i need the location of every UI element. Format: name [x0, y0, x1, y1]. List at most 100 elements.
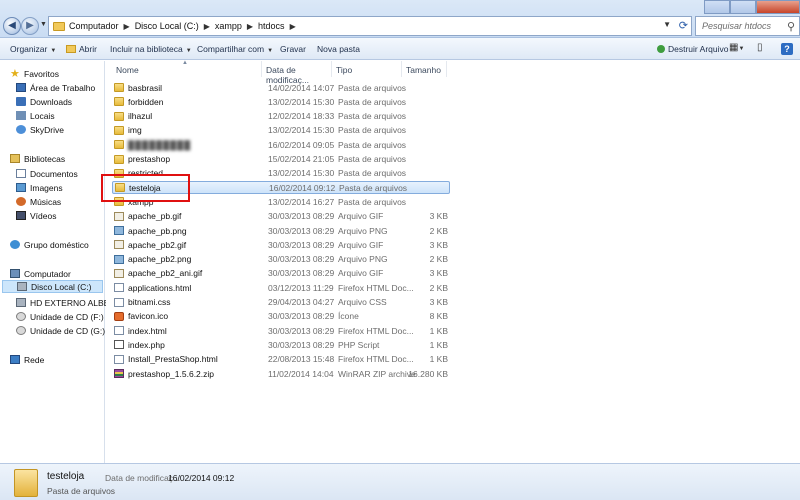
file-name: favicon.ico — [128, 311, 169, 322]
file-row[interactable]: applications.html 03/12/2013 11:29 Firefox… — [112, 281, 450, 294]
column-header-date[interactable]: Data de modificaç... — [262, 61, 332, 85]
close-button[interactable] — [756, 0, 800, 14]
file-type-cell: Pasta de arquivos — [338, 82, 407, 93]
file-row[interactable]: prestashop_1.5.6.2.zip 11/02/2014 14:04 Wi… — [112, 367, 450, 380]
png-file-icon — [114, 254, 124, 264]
file-date-cell: 16/02/2014 09:12 — [269, 182, 336, 193]
sidebar-item-desktop[interactable]: Área de Trabalho — [16, 81, 95, 94]
file-name-cell: apache_pb2_ani.gif — [114, 268, 264, 278]
sidebar-network[interactable]: Rede — [10, 353, 44, 366]
file-row[interactable]: bitnami.css 29/04/2013 04:27 Arquivo CSS 3 … — [112, 296, 450, 309]
breadcrumb-disco-local[interactable]: Disco Local (C:) ▶ — [135, 21, 215, 31]
chevron-right-icon[interactable]: ▶ — [247, 22, 253, 31]
file-date-cell: 30/03/2013 08:29 — [268, 254, 335, 265]
sort-indicator-icon: ▲ — [182, 60, 188, 66]
file-type-cell: Arquivo CSS — [338, 297, 387, 307]
chevron-right-icon[interactable]: ▶ — [124, 22, 130, 31]
sidebar-item-videos[interactable]: Vídeos — [16, 209, 56, 222]
skydrive-icon — [16, 125, 26, 134]
music-icon — [16, 197, 26, 206]
file-row[interactable]: ilhazul 12/02/2014 18:33 Pasta de arquivos — [112, 110, 450, 123]
file-row[interactable]: apache_pb2.gif 30/03/2013 08:29 Arquivo GI… — [112, 238, 450, 251]
search-input[interactable]: Pesquisar htdocs ⚲ — [695, 16, 800, 36]
sidebar-libraries[interactable]: Bibliotecas — [10, 152, 65, 165]
include-in-library-button[interactable]: Incluir na biblioteca ▼ — [110, 44, 192, 54]
forward-button[interactable]: ▶ — [21, 17, 39, 35]
sidebar-item-label: Unidade de CD (G:) — [30, 325, 106, 336]
sidebar-item-images[interactable]: Imagens — [16, 181, 63, 194]
view-options-icon[interactable]: ▦▼ — [729, 42, 744, 53]
folder-icon — [114, 154, 124, 164]
sidebar-computer[interactable]: Computador — [10, 267, 71, 280]
sidebar-group-label: Rede — [24, 354, 45, 365]
column-header-size[interactable]: Tamanho — [402, 61, 447, 77]
sidebar-item-cd-g[interactable]: Unidade de CD (G:) — [16, 324, 105, 337]
open-button[interactable]: Abrir — [66, 44, 97, 54]
preview-pane-icon[interactable]: ▯ — [757, 42, 763, 53]
maximize-button[interactable] — [730, 0, 756, 14]
file-name-cell: prestashop_1.5.6.2.zip — [114, 369, 264, 379]
sidebar-item-skydrive[interactable]: SkyDrive — [16, 123, 64, 136]
sidebar-item-music[interactable]: Músicas — [16, 195, 61, 208]
sidebar-item-label: Imagens — [30, 182, 63, 193]
organize-button[interactable]: Organizar ▼ — [10, 44, 56, 54]
file-type-cell: Firefox HTML Doc... — [338, 354, 414, 365]
documents-icon — [16, 169, 26, 178]
sidebar-item-locais[interactable]: Locais — [16, 109, 55, 122]
file-row[interactable]: favicon.ico 30/03/2013 08:29 Ícone 8 KB — [112, 310, 450, 323]
sidebar-item-cd-f[interactable]: Unidade de CD (F:) — [16, 310, 104, 323]
details-type: Pasta de arquivos — [47, 486, 116, 496]
back-button[interactable]: ◀ — [3, 17, 21, 35]
breadcrumb-htdocs[interactable]: htdocs ▶ — [258, 21, 301, 31]
sidebar-favorites[interactable]: ★ Favoritos — [10, 67, 59, 80]
address-dropdown-icon[interactable]: ▼ — [663, 20, 671, 29]
minimize-button[interactable] — [704, 0, 730, 14]
breadcrumb-computador[interactable]: Computador ▶ — [69, 21, 135, 31]
file-row[interactable]: forbidden 13/02/2014 15:30 Pasta de arquiv… — [112, 95, 450, 108]
file-row[interactable]: apache_pb.gif 30/03/2013 08:29 Arquivo GIF… — [112, 210, 450, 223]
file-row[interactable]: Install_PrestaShop.html 22/08/2013 15:48 F… — [112, 353, 450, 366]
file-name-cell: apache_pb.png — [114, 226, 264, 236]
file-date-cell: 13/02/2014 15:30 — [268, 96, 335, 107]
file-row[interactable]: index.html 30/03/2013 08:29 Firefox HTML D… — [112, 324, 450, 337]
file-row[interactable]: img 13/02/2014 15:30 Pasta de arquivos — [112, 124, 450, 137]
chevron-right-icon[interactable]: ▶ — [290, 22, 296, 31]
file-name: applications.html — [128, 282, 192, 293]
refresh-icon[interactable]: ⟳ — [679, 19, 688, 32]
file-type-cell: Pasta de arquivos — [338, 139, 407, 150]
network-icon — [10, 355, 20, 364]
file-name-cell: bitnami.css — [114, 297, 264, 307]
breadcrumb-xampp[interactable]: xampp ▶ — [215, 21, 258, 31]
burn-button[interactable]: Gravar — [280, 44, 306, 54]
sidebar-item-downloads[interactable]: Downloads — [16, 95, 72, 108]
chevron-right-icon[interactable]: ▶ — [204, 22, 210, 31]
file-row[interactable]: index.php 30/03/2013 08:29 PHP Script 1 KB — [112, 338, 450, 351]
pictures-icon — [16, 183, 26, 192]
breadcrumb-label: xampp — [214, 21, 242, 31]
file-row[interactable]: █████████ 16/02/2014 09:05 Pasta de arquiv… — [112, 138, 450, 151]
sidebar-homegroup[interactable]: Grupo doméstico — [10, 238, 89, 251]
column-header-name[interactable]: Nome ▲ — [106, 60, 262, 77]
destroy-file-button[interactable]: Destruir Arquivo — [657, 44, 728, 54]
new-folder-button[interactable]: Nova pasta — [317, 44, 360, 54]
downloads-icon — [16, 97, 26, 106]
share-with-button[interactable]: Compartilhar com ▼ — [197, 44, 273, 54]
sidebar-item-documents[interactable]: Documentos — [16, 167, 78, 180]
file-row[interactable]: apache_pb2_ani.gif 30/03/2013 08:29 Arquiv… — [112, 267, 450, 280]
file-row[interactable]: prestashop 15/02/2014 21:05 Pasta de arqui… — [112, 153, 450, 166]
search-icon[interactable]: ⚲ — [787, 20, 795, 33]
file-row[interactable]: apache_pb2.png 30/03/2013 08:29 Arquivo PN… — [112, 253, 450, 266]
column-header-type[interactable]: Tipo — [332, 61, 402, 77]
sidebar-group-label: Grupo doméstico — [24, 239, 89, 250]
file-row[interactable]: basbrasil 14/02/2014 14:07 Pasta de arquiv… — [112, 81, 450, 94]
file-type-cell: WinRAR ZIP archive — [338, 368, 416, 379]
file-name: img — [128, 125, 142, 136]
chevron-down-icon: ▼ — [267, 48, 274, 54]
address-box[interactable]: Computador ▶ Disco Local (C:) ▶ xampp ▶ htd… — [48, 16, 692, 36]
file-row[interactable]: apache_pb.png 30/03/2013 08:29 Arquivo PNG… — [112, 224, 450, 237]
help-button[interactable]: ? — [781, 43, 793, 55]
sidebar-item-local-disk-c[interactable]: Disco Local (C:) — [2, 280, 103, 293]
recent-pages-dropdown[interactable]: ▼ — [40, 21, 47, 28]
file-date-cell: 15/02/2014 21:05 — [268, 154, 335, 164]
file-name: prestashop — [128, 154, 171, 164]
